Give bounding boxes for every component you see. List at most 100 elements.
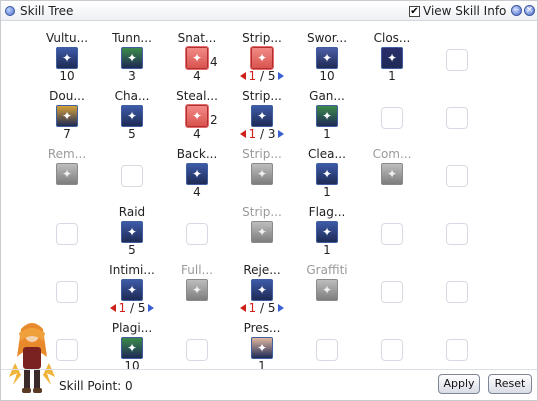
empty-slot-frame: [56, 223, 78, 245]
increase-level-arrow-icon[interactable]: [148, 304, 155, 312]
skill-name: Dou...: [49, 89, 85, 103]
strip-shield-icon[interactable]: ✦: [251, 105, 273, 127]
skill-name: Swor...: [306, 31, 348, 45]
tunnel-drive-icon[interactable]: ✦: [121, 47, 143, 69]
decrease-level-arrow-icon[interactable]: [239, 72, 246, 80]
skill-name: Intimi...: [109, 263, 155, 277]
window-menu-icon[interactable]: [5, 6, 15, 16]
empty-skill-slot: [425, 31, 489, 85]
view-skill-info-label[interactable]: View Skill Info: [423, 4, 506, 18]
empty-slot-frame: [381, 107, 403, 129]
increase-level-arrow-icon[interactable]: [278, 130, 285, 138]
empty-slot-frame: [121, 165, 143, 187]
title-bar[interactable]: Skill Tree ✔ View Skill Info – ×: [1, 1, 537, 21]
increase-level-arrow-icon[interactable]: [278, 72, 285, 80]
skill-snatch[interactable]: Snat... ✦ 4 4: [165, 31, 229, 85]
steal-coin-icon[interactable]: ✦: [185, 104, 209, 128]
empty-skill-slot: [165, 205, 229, 259]
skill-gangster[interactable]: Gan... ✦ 1: [295, 89, 359, 143]
skill-strip4[interactable]: Strip... ✦: [230, 205, 294, 259]
skill-count-badge: 2: [210, 113, 218, 127]
footer-bar: Skill Point: 0 Apply Reset: [1, 369, 537, 400]
skill-level-stepper: 1 / 3: [230, 127, 294, 141]
gangster-paradise-icon[interactable]: ✦: [316, 105, 338, 127]
level-separator: /: [256, 301, 268, 315]
apply-button[interactable]: Apply: [438, 374, 480, 394]
minimize-icon[interactable]: –: [511, 5, 522, 16]
skill-flag[interactable]: Flag... ✦ 1: [295, 205, 359, 259]
strip-armor-icon[interactable]: ✦: [251, 163, 273, 185]
skill-level: 1: [323, 185, 331, 199]
skill-name: Cha...: [114, 89, 150, 103]
close-confine-icon[interactable]: ✦: [381, 47, 403, 69]
skill-close[interactable]: Clos... ✦ 1: [360, 31, 424, 85]
reset-button[interactable]: Reset: [488, 374, 532, 394]
skill-strip2[interactable]: Strip... ✦ 1 / 3: [230, 89, 294, 143]
graffiti-icon[interactable]: ✦: [316, 279, 338, 301]
skill-full[interactable]: Full... ✦: [165, 263, 229, 317]
skill-preserve[interactable]: Pres... ✦ 1: [230, 321, 294, 375]
skill-remove[interactable]: Rem... ✦: [35, 147, 99, 201]
strip-helm-icon[interactable]: ✦: [251, 221, 273, 243]
preserve-icon[interactable]: ✦: [251, 337, 273, 359]
skill-reject[interactable]: Reje... ✦ 1 / 5: [230, 263, 294, 317]
decrease-level-arrow-icon[interactable]: [239, 130, 246, 138]
empty-skill-slot: [360, 205, 424, 259]
sword-icon[interactable]: ✦: [316, 47, 338, 69]
skill-name: Flag...: [308, 205, 346, 219]
skill-name: Clea...: [308, 147, 346, 161]
skill-level: 5: [128, 243, 136, 257]
skill-name: Steal...: [176, 89, 218, 103]
skill-vulture[interactable]: Vultu... ✦ 10: [35, 31, 99, 85]
skill-double[interactable]: Dou... ✦ 7: [35, 89, 99, 143]
empty-skill-slot: [35, 263, 99, 317]
empty-skill-slot: [360, 321, 424, 375]
empty-skill-slot: [360, 89, 424, 143]
chase-walk-icon[interactable]: ✦: [121, 105, 143, 127]
empty-skill-slot: [425, 147, 489, 201]
skill-graffiti[interactable]: Graffiti ✦: [295, 263, 359, 317]
empty-slot-frame: [446, 339, 468, 361]
skill-strip3[interactable]: Strip... ✦: [230, 147, 294, 201]
plagiarism-icon[interactable]: ✦: [121, 337, 143, 359]
max-level: 5: [267, 69, 276, 83]
skill-plagiarism[interactable]: Plagi... ✦ 10: [100, 321, 164, 375]
intimidate-icon[interactable]: ✦: [121, 279, 143, 301]
backstab-icon[interactable]: ✦: [186, 163, 208, 185]
compulsion-discount-icon[interactable]: ✦: [381, 163, 403, 185]
skill-name: Vultu...: [45, 31, 89, 45]
skill-steal[interactable]: Steal... ✦ 4 2: [165, 89, 229, 143]
skill-name: Plagi...: [111, 321, 153, 335]
close-icon[interactable]: ×: [524, 5, 535, 16]
reject-sword-icon[interactable]: ✦: [251, 279, 273, 301]
skill-name: Rem...: [47, 147, 87, 161]
full-strip-icon[interactable]: ✦: [186, 279, 208, 301]
view-skill-info-checkbox[interactable]: ✔: [409, 6, 420, 17]
skill-clean[interactable]: Clea... ✦ 1: [295, 147, 359, 201]
eagle-eye-icon[interactable]: ✦: [56, 47, 78, 69]
skill-backstab[interactable]: Back... ✦ 4: [165, 147, 229, 201]
window-title: Skill Tree: [20, 4, 74, 18]
skill-sword[interactable]: Swor... ✦ 10: [295, 31, 359, 85]
decrease-level-arrow-icon[interactable]: [109, 304, 116, 312]
remove-trap-icon[interactable]: ✦: [56, 163, 78, 185]
skill-intimidate[interactable]: Intimi... ✦ 1 / 5: [100, 263, 164, 317]
double-strafe-icon[interactable]: ✦: [56, 105, 78, 127]
strip-weapon-icon[interactable]: ✦: [250, 46, 274, 70]
snatch-hand-icon[interactable]: ✦: [185, 46, 209, 70]
decrease-level-arrow-icon[interactable]: [239, 304, 246, 312]
raid-icon[interactable]: ✦: [121, 221, 143, 243]
empty-slot-frame: [446, 281, 468, 303]
empty-slot-frame: [56, 339, 78, 361]
skill-tunnel[interactable]: Tunn... ✦ 3: [100, 31, 164, 85]
increase-level-arrow-icon[interactable]: [278, 304, 285, 312]
skill-compulsion[interactable]: Com... ✦: [360, 147, 424, 201]
skill-name: Strip...: [242, 31, 282, 45]
skill-raid[interactable]: Raid ✦ 5: [100, 205, 164, 259]
cleaner-icon[interactable]: ✦: [316, 163, 338, 185]
skill-name: Strip...: [242, 205, 282, 219]
skill-chase[interactable]: Cha... ✦ 5: [100, 89, 164, 143]
flag-graffiti-icon[interactable]: ✦: [316, 221, 338, 243]
empty-skill-slot: [35, 205, 99, 259]
skill-strip1[interactable]: Strip... ✦ 1 / 5: [230, 31, 294, 85]
